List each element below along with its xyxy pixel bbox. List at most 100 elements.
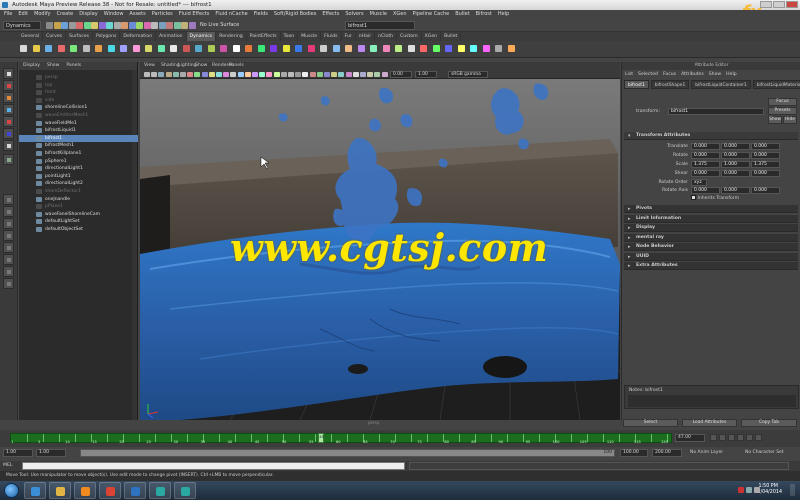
- select-hierarchy-icon[interactable]: [83, 22, 91, 29]
- rotate-tool-icon[interactable]: [3, 116, 14, 127]
- shelf-tool-icon[interactable]: [20, 45, 27, 52]
- section-node-behavior[interactable]: ▸ Node Behavior: [624, 243, 798, 251]
- play-backward-button[interactable]: [728, 434, 735, 441]
- menu-help[interactable]: Help: [498, 10, 509, 19]
- panel-toolbar-icon[interactable]: [381, 72, 388, 77]
- end-time-field[interactable]: 200.00: [652, 449, 682, 457]
- menu-solvers[interactable]: Solvers: [345, 10, 363, 19]
- shelf-tool-icon[interactable]: [182, 45, 190, 52]
- ae-menu-show[interactable]: Show: [709, 70, 721, 79]
- character-set-dropdown[interactable]: No Character Set: [745, 449, 784, 457]
- current-time-marker[interactable]: 48: [318, 433, 325, 443]
- shelf-tab-surfaces[interactable]: Surfaces: [66, 32, 93, 41]
- panel-menu-panels[interactable]: Panels: [229, 62, 244, 70]
- shelf-tool-icon[interactable]: [407, 45, 415, 52]
- copy-tab-button[interactable]: Copy Tab: [741, 419, 797, 427]
- outliner-layout-icon[interactable]: [3, 266, 14, 277]
- shelf-tool-icon[interactable]: [332, 45, 340, 52]
- shelf-tool-icon[interactable]: [70, 45, 77, 52]
- shelf-tab-ncloth[interactable]: nCloth: [375, 32, 398, 41]
- paint-select-icon[interactable]: [3, 92, 14, 103]
- explorer-taskbar-button[interactable]: [49, 482, 71, 499]
- panel-menu-lighting[interactable]: Lighting: [178, 62, 197, 70]
- panel-toolbar-icon[interactable]: [201, 72, 208, 77]
- ae-menu-attributes[interactable]: Attributes: [681, 70, 704, 79]
- menu-window[interactable]: Window: [104, 10, 124, 19]
- outliner-item-directionallight1[interactable]: directionalLight1: [19, 165, 138, 172]
- shelf-tool-icon[interactable]: [307, 45, 315, 52]
- translate-y-field[interactable]: 0.000: [721, 143, 750, 150]
- menu-set-dropdown[interactable]: Dynamics: [3, 21, 41, 30]
- render-settings-icon[interactable]: [166, 22, 173, 29]
- outliner-menu-show[interactable]: Show: [47, 62, 59, 70]
- outliner-item-onejnandle[interactable]: oneJnandle: [19, 196, 138, 203]
- panel-toolbar-icon[interactable]: [180, 72, 186, 77]
- ae-menu-selected[interactable]: Selected: [638, 70, 658, 79]
- shelf-tool-icon[interactable]: [445, 45, 452, 52]
- hypershade-icon[interactable]: [173, 22, 181, 29]
- rotate-y-field[interactable]: 0.000: [721, 152, 750, 159]
- manipulator-icon[interactable]: [3, 140, 14, 151]
- color-management-dropdown[interactable]: sRGB gamma: [448, 71, 488, 78]
- menu-bullet[interactable]: Bullet: [455, 10, 469, 19]
- outliner-item-bifrostkillplane1[interactable]: bifrostKillplane1: [19, 150, 138, 157]
- tray-flag-icon[interactable]: [738, 487, 744, 493]
- shear-y-field[interactable]: 0.000: [721, 170, 750, 177]
- outliner-item-side[interactable]: side: [19, 97, 138, 104]
- rotate-order-dropdown[interactable]: xyz: [691, 179, 707, 186]
- render-icon[interactable]: [151, 22, 158, 29]
- shelf-tool-icon[interactable]: [482, 45, 490, 52]
- ae-tab-bifrost1[interactable]: bifrost1: [624, 80, 649, 89]
- shelf-tool-icon[interactable]: [282, 45, 290, 52]
- menu-modify[interactable]: Modify: [34, 10, 51, 19]
- outliner-menu-panels[interactable]: Panels: [66, 62, 81, 70]
- hide-button[interactable]: Hide: [783, 116, 797, 124]
- shelf-tool-icon[interactable]: [457, 45, 465, 52]
- presets-button[interactable]: Presets: [768, 107, 797, 115]
- lasso-tool-icon[interactable]: [3, 80, 14, 91]
- chrome-taskbar-button[interactable]: [99, 482, 121, 499]
- panel-toolbar-icon[interactable]: [158, 72, 165, 77]
- menu-particles[interactable]: Particles: [152, 10, 173, 19]
- shelf-tab-toon[interactable]: Toon: [281, 32, 299, 41]
- shelf-tool-icon[interactable]: [370, 45, 377, 52]
- section-transform-attributes[interactable]: ▾ Transform Attributes: [624, 132, 798, 140]
- panel-toolbar-icon[interactable]: [244, 72, 251, 77]
- panel-toolbar-icon[interactable]: [151, 72, 158, 77]
- panel-toolbar-icon[interactable]: [223, 72, 230, 77]
- shelf-tab-dynamics[interactable]: Dynamics: [186, 32, 217, 41]
- menu-edit[interactable]: Edit: [18, 10, 28, 19]
- outlook-taskbar-button[interactable]: [124, 482, 146, 499]
- ie-taskbar-button[interactable]: [24, 482, 46, 499]
- snap-point-icon[interactable]: [121, 22, 128, 29]
- step-forward-button[interactable]: [746, 434, 753, 441]
- make-live-icon[interactable]: [136, 22, 143, 29]
- menu-assets[interactable]: Assets: [129, 10, 145, 19]
- selection-field[interactable]: bifrost1: [345, 21, 415, 30]
- rotate-axis-y[interactable]: 0.000: [721, 187, 750, 194]
- rotate-axis-x[interactable]: 0.000: [691, 187, 720, 194]
- panel-toolbar-icon[interactable]: [194, 72, 201, 77]
- menu-effects[interactable]: Effects: [322, 10, 339, 19]
- outliner-item-wavefieldme1[interactable]: waveFieldMe1: [19, 120, 138, 127]
- shelf-tool-icon[interactable]: [245, 45, 252, 52]
- ae-menu-list[interactable]: List: [625, 70, 633, 79]
- shelf-tab-nhair[interactable]: nHair: [356, 32, 376, 41]
- outliner-item-top[interactable]: top: [19, 82, 138, 89]
- panel-toolbar-icon[interactable]: [360, 72, 366, 77]
- panel-toolbar-icon[interactable]: [230, 72, 237, 77]
- shelf-tool-icon[interactable]: [120, 45, 127, 52]
- snap-view-icon[interactable]: [128, 22, 136, 29]
- scale-x-field[interactable]: 1.375: [691, 161, 720, 168]
- layout-four-icon[interactable]: [3, 206, 14, 217]
- maya-taskbar-button[interactable]: [149, 482, 171, 499]
- focus-button[interactable]: Focus: [768, 98, 797, 106]
- snap-curve-icon[interactable]: [113, 22, 121, 29]
- outliner-item-waveemittermesh1[interactable]: waveEmitterMesh1: [19, 112, 138, 119]
- outliner-item-directionallight2[interactable]: directionalLight2: [19, 180, 138, 187]
- panel-toolbar-icon[interactable]: [367, 72, 374, 77]
- shelf-tool-icon[interactable]: [32, 45, 40, 52]
- maya-2-taskbar-button[interactable]: [174, 482, 196, 499]
- panel-toolbar-icon[interactable]: [316, 72, 323, 77]
- panel-toolbar-icon[interactable]: [165, 72, 172, 77]
